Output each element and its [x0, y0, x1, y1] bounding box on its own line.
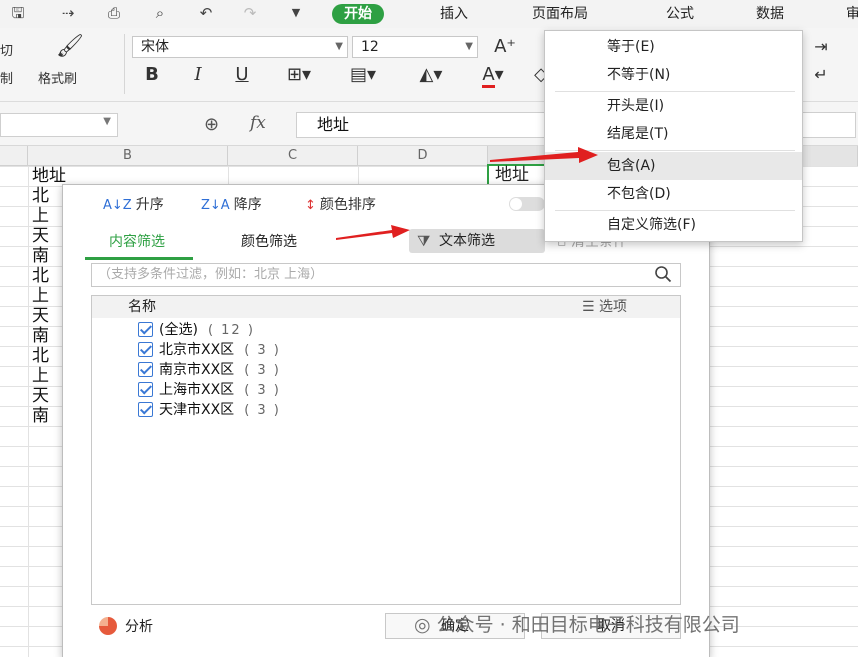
annotation-arrows [336, 147, 598, 240]
wechat-icon: ◎ [414, 614, 437, 636]
arrow-to-contains [490, 147, 598, 163]
watermark: ◎ 公众号 · 和田目标电子科技有限公司 [414, 610, 740, 637]
watermark-text: 公众号 · 和田目标电子科技有限公司 [436, 614, 740, 636]
spreadsheet-window: 🖫 ⇢ ⎙ ⌕ ↶ ↷ ▼ 开始 插入 页面布局 公式 数据 审 切 制 🖌 格… [0, 0, 858, 657]
arrow-to-text-filter [336, 225, 410, 240]
